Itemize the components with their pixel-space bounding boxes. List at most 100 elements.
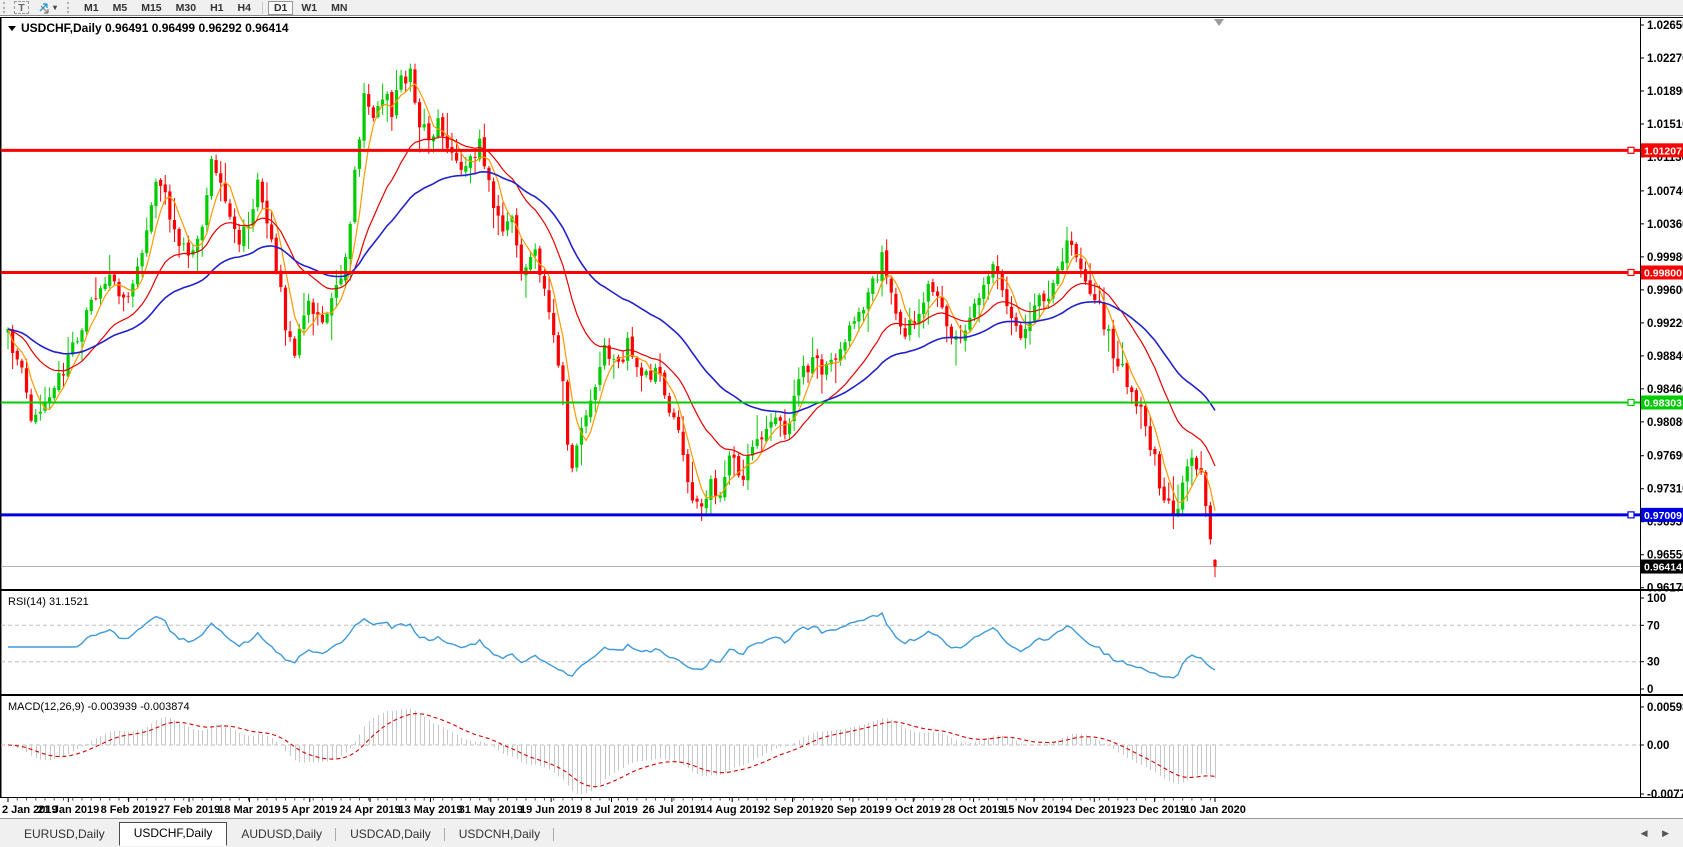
timeframe-button-m5[interactable]: M5 (107, 1, 134, 15)
toolbar-grip[interactable] (67, 2, 72, 13)
chart-title: USDCHF,Daily 0.96491 0.96499 0.96292 0.9… (21, 21, 289, 35)
chart-tab-usdchf[interactable]: USDCHF,Daily (119, 822, 228, 846)
level-price-badge-label: 0.97009 (1644, 510, 1682, 522)
price-tick-label: 0.98840 (1647, 351, 1683, 363)
timeframe-group: M1M5M15M30H1H4 D1W1MN (77, 1, 354, 15)
chart-tab-usdcad[interactable]: USDCAD,Daily (336, 824, 445, 844)
level-line-handle[interactable] (1628, 269, 1634, 275)
date-tick-label: 5 Apr 2019 (282, 804, 337, 816)
timeframe-button-m1[interactable]: M1 (78, 1, 105, 15)
date-tick-label: 20 Sep 2019 (821, 804, 884, 816)
date-tick-label: 28 Oct 2019 (943, 804, 1004, 816)
level-price-badge-label: 1.01207 (1644, 145, 1682, 157)
rsi-tick-label: 0 (1647, 684, 1653, 696)
text-tool-button[interactable]: T (14, 1, 29, 14)
date-tick-label: 27 Feb 2019 (158, 804, 220, 816)
candle (566, 380, 569, 451)
toolbar-divider (262, 2, 263, 14)
candle (1056, 266, 1059, 286)
candle (293, 336, 296, 358)
candle (557, 332, 560, 368)
macd-tick-label: 0.005986 (1647, 702, 1683, 714)
chart-background (0, 17, 1683, 818)
date-tick-label: 8 Feb 2019 (101, 804, 157, 816)
timeframe-button-mn[interactable]: MN (325, 1, 353, 15)
rsi-tick-label: 30 (1647, 657, 1660, 669)
pane-separator[interactable] (0, 589, 1683, 591)
date-tick-label: 24 Apr 2019 (339, 804, 400, 816)
candle (150, 202, 153, 234)
price-tick-label: 1.00740 (1647, 186, 1683, 198)
macd-label: MACD(12,26,9) -0.003939 -0.003874 (8, 701, 190, 713)
candle (571, 443, 574, 472)
chart-tab-usdcnh[interactable]: USDCNH,Daily (445, 824, 554, 844)
tab-scroll-left-icon[interactable]: ◀ (1641, 828, 1654, 838)
pane-separator[interactable] (0, 694, 1683, 696)
chart-window[interactable]: USDCHF,Daily 0.96491 0.96499 0.96292 0.9… (0, 17, 1683, 818)
date-tick-label: 13 May 2019 (398, 804, 462, 816)
price-tick-label: 0.99220 (1647, 318, 1683, 330)
date-tick-label: 15 Nov 2019 (1002, 804, 1066, 816)
chart-tabs: EURUSD,DailyUSDCHF,DailyAUDUSD,DailyUSDC… (10, 819, 554, 847)
price-tick-label: 1.01510 (1647, 119, 1683, 131)
date-tick-label: 18 Mar 2019 (218, 804, 280, 816)
candle (353, 166, 356, 224)
date-tick-label: 10 Jan 2020 (1184, 804, 1246, 816)
candle (275, 233, 278, 274)
chart-tab-audusd[interactable]: AUDUSD,Daily (227, 824, 336, 844)
price-tick-label: 1.02650 (1647, 20, 1683, 32)
chart-left-border (0, 17, 2, 797)
chevron-down-icon: ▾ (53, 3, 57, 12)
date-tick-label: 31 May 2019 (459, 804, 523, 816)
price-tick-label: 1.00360 (1647, 219, 1683, 231)
timeframe-button-d1[interactable]: D1 (268, 1, 293, 15)
candle (663, 370, 666, 399)
price-tick-label: 0.99600 (1647, 285, 1683, 297)
timeframe-button-h1[interactable]: H1 (204, 1, 229, 15)
price-tick-label: 0.98460 (1647, 384, 1683, 396)
timeframe-button-m30[interactable]: M30 (170, 1, 202, 15)
price-tick-label: 1.01890 (1647, 86, 1683, 98)
chart-tools-button[interactable]: ▾ (31, 1, 63, 15)
tab-scroll-right-icon[interactable]: ▶ (1662, 828, 1675, 838)
diagonal-arrows-icon (37, 2, 51, 14)
level-line-handle[interactable] (1628, 147, 1634, 153)
price-tick-label: 0.97690 (1647, 451, 1683, 463)
price-tick-label: 0.98080 (1647, 417, 1683, 429)
rsi-tick-label: 70 (1647, 620, 1660, 632)
chart-tab-bar: EURUSD,DailyUSDCHF,DailyAUDUSD,DailyUSDC… (0, 818, 1683, 847)
level-price-badge-label: 0.99800 (1644, 267, 1682, 279)
date-tick-label: 2 Sep 2019 (764, 804, 821, 816)
date-tick-label: 14 Aug 2019 (700, 804, 764, 816)
tab-scroll-controls: ◀ ▶ (1641, 828, 1675, 839)
date-tick-label: 23 Dec 2019 (1123, 804, 1186, 816)
candle (1209, 502, 1212, 545)
date-tick-label: 8 Jul 2019 (585, 804, 638, 816)
level-line-handle[interactable] (1628, 512, 1634, 518)
trading-platform-window: T ▾ M1M5M15M30H1H4 D1W1MN USDCHF,Daily 0.… (0, 0, 1683, 847)
toolbar-grip[interactable] (3, 2, 8, 13)
chart-tab-eurusd[interactable]: EURUSD,Daily (10, 824, 119, 844)
current-price-badge-label: 0.96414 (1644, 562, 1682, 574)
price-tick-label: 0.97310 (1647, 484, 1683, 496)
date-tick-label: 26 Jul 2019 (642, 804, 701, 816)
date-tick-label: 19 Jun 2019 (520, 804, 582, 816)
macd-tick-label: -0.007737 (1647, 789, 1683, 801)
rsi-tick-label: 100 (1647, 593, 1666, 605)
candle (1019, 323, 1022, 340)
level-line-handle[interactable] (1628, 400, 1634, 406)
date-tick-label: 4 Dec 2019 (1066, 804, 1123, 816)
candle (737, 452, 740, 477)
level-price-badge-label: 0.98303 (1644, 398, 1682, 410)
price-tick-label: 0.99980 (1647, 252, 1683, 264)
timeframe-button-w1[interactable]: W1 (295, 1, 323, 15)
date-tick-label: 9 Oct 2019 (886, 804, 941, 816)
candle (575, 443, 578, 471)
price-tick-label: 1.02270 (1647, 53, 1683, 65)
toolbar: T ▾ M1M5M15M30H1H4 D1W1MN (0, 0, 1683, 16)
candle (210, 156, 213, 200)
chart-region: USDCHF,Daily 0.96491 0.96499 0.96292 0.9… (0, 17, 1683, 818)
text-tool-icon: T (18, 2, 24, 14)
timeframe-button-h4[interactable]: H4 (232, 1, 257, 15)
timeframe-button-m15[interactable]: M15 (135, 1, 167, 15)
